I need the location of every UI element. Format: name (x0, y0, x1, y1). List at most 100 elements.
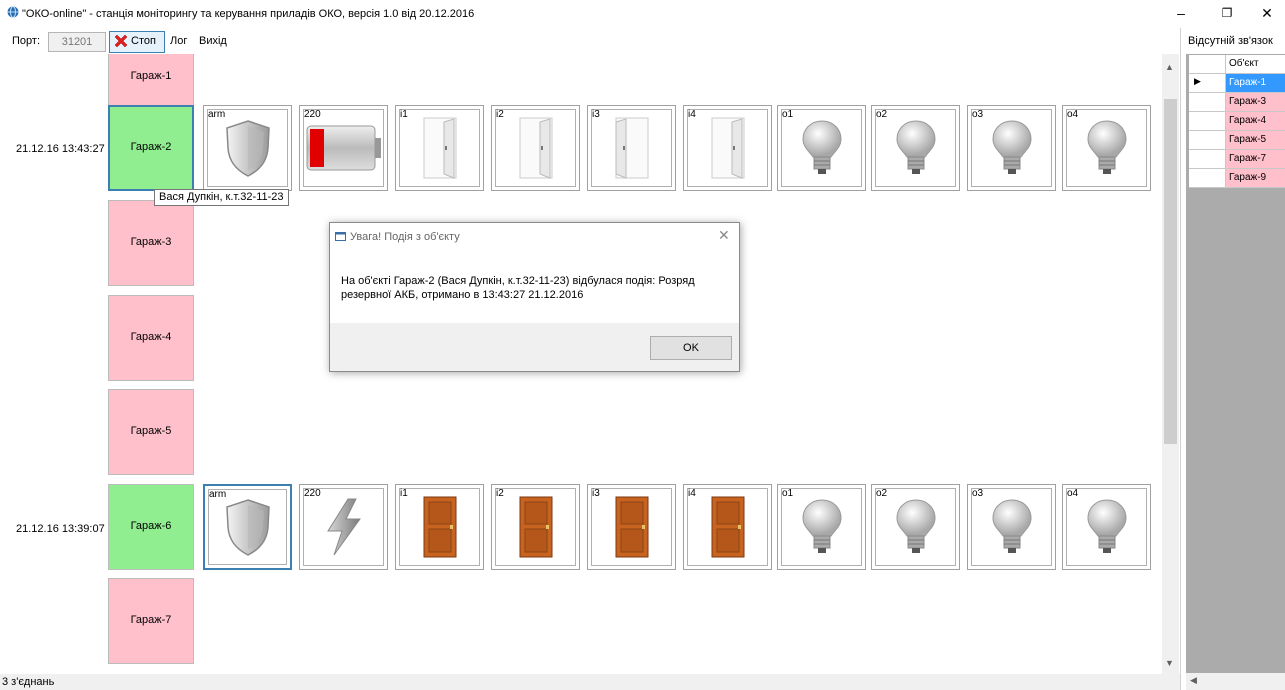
connections-status: 3 з'єднань (2, 676, 55, 688)
output-o1-tile[interactable]: o1 (777, 484, 866, 570)
output-o2-tile[interactable]: o2 (871, 484, 960, 570)
table-row[interactable]: ▶ Гараж-1 (1189, 74, 1285, 93)
tile-label: i3 (592, 109, 600, 120)
lightbulb-icon (801, 499, 842, 553)
tile-label: i2 (496, 488, 504, 499)
table-row[interactable]: Гараж-7 (1189, 150, 1285, 169)
tile-label: o4 (1067, 488, 1079, 499)
lightbulb-icon (991, 499, 1032, 553)
shield-icon (225, 499, 270, 556)
minimize-button[interactable]: – (1163, 0, 1199, 26)
lightbulb-icon (895, 499, 936, 553)
shield-icon (225, 120, 270, 177)
port-label: Порт: (12, 35, 40, 47)
garage-label: Гараж-7 (130, 614, 172, 626)
scrollbar-thumb[interactable] (1164, 99, 1177, 444)
tile-label: i4 (688, 488, 696, 499)
ok-button[interactable]: OK (650, 336, 732, 360)
grid-cell[interactable]: Гараж-4 (1226, 112, 1285, 130)
lightbulb-icon (895, 120, 936, 174)
scroll-up-icon[interactable]: ▲ (1165, 62, 1174, 72)
dialog-title: Увага! Подія з об'єкту (350, 231, 460, 243)
power-220-tile[interactable]: 220 (299, 484, 388, 570)
output-o4-tile[interactable]: o4 (1062, 484, 1151, 570)
input-i4-tile[interactable]: i4 (683, 484, 772, 570)
lightbulb-icon (1086, 499, 1127, 553)
door-open-icon (615, 117, 648, 179)
maximize-button[interactable]: ❐ (1209, 0, 1245, 26)
input-i2-tile[interactable]: i2 (491, 105, 580, 191)
current-row-icon: ▶ (1194, 76, 1201, 86)
table-row[interactable]: Гараж-4 (1189, 112, 1285, 131)
garage-7-button[interactable]: Гараж-7 (108, 578, 194, 664)
arm-tile[interactable]: arm (203, 105, 292, 191)
arm-tile[interactable]: arm (203, 484, 292, 570)
garage-6-button[interactable]: Гараж-6 (108, 484, 194, 570)
grid-cell[interactable]: Гараж-9 (1226, 169, 1285, 187)
table-row[interactable]: Гараж-3 (1189, 93, 1285, 112)
vertical-scrollbar[interactable]: ▲ ▼ (1162, 54, 1179, 674)
row-header (1189, 169, 1226, 187)
input-i4-tile[interactable]: i4 (683, 105, 772, 191)
input-i1-tile[interactable]: i1 (395, 484, 484, 570)
red-x-icon (114, 34, 128, 48)
tile-label: o3 (972, 488, 984, 499)
output-o3-tile[interactable]: o3 (967, 484, 1056, 570)
offline-panel-title: Відсутній зв'язок (1188, 35, 1273, 47)
dialog-message: На об'єкті Гараж-2 (Вася Дупкін, к.т.32-… (341, 275, 695, 301)
output-o1-tile[interactable]: o1 (777, 105, 866, 191)
tile-label: o4 (1067, 109, 1079, 120)
offline-panel: Відсутній зв'язок Об'єкт ▶ Гараж-1 Гараж… (1186, 28, 1285, 690)
event-dialog: Увага! Подія з об'єкту ✕ На об'єкті Гара… (329, 222, 740, 372)
grid-header-row: Об'єкт (1189, 55, 1285, 74)
row-header (1189, 93, 1226, 111)
tile-label: i3 (592, 488, 600, 499)
output-o2-tile[interactable]: o2 (871, 105, 960, 191)
event-time: 21.12.16 13:43:27 (16, 143, 105, 155)
close-icon[interactable]: ✕ (718, 227, 730, 244)
exit-button[interactable]: Вихід (199, 35, 227, 47)
grid-cell[interactable]: Гараж-5 (1226, 131, 1285, 149)
input-i1-tile[interactable]: i1 (395, 105, 484, 191)
tile-label: i4 (688, 109, 696, 120)
lightbulb-icon (1086, 120, 1127, 174)
status-bar: 3 з'єднань (0, 674, 1180, 690)
offline-panel-header: Відсутній зв'язок (1186, 28, 1285, 54)
garage-label: Гараж-4 (130, 331, 172, 343)
stop-button[interactable]: Стоп (109, 31, 165, 53)
garage-4-button[interactable]: Гараж-4 (108, 295, 194, 381)
table-row[interactable]: Гараж-5 (1189, 131, 1285, 150)
row-header (1189, 131, 1226, 149)
lightning-icon (326, 498, 361, 556)
row-header (1189, 112, 1226, 130)
tile-label: i2 (496, 109, 504, 120)
tile-label: i1 (400, 109, 408, 120)
log-button[interactable]: Лог (170, 35, 187, 47)
battery-icon (306, 125, 381, 171)
grid-cell[interactable]: Гараж-1 (1226, 74, 1285, 92)
garage-2-button[interactable]: Гараж-2 (108, 105, 194, 191)
garage-3-button[interactable]: Гараж-3 (108, 200, 194, 286)
row-header (1189, 150, 1226, 168)
tile-label: 220 (304, 488, 321, 499)
door-open-icon (423, 117, 456, 179)
grid-cell[interactable]: Гараж-3 (1226, 93, 1285, 111)
close-button[interactable]: ✕ (1249, 0, 1285, 26)
scroll-down-icon[interactable]: ▼ (1165, 658, 1174, 668)
grid-cell[interactable]: Гараж-7 (1226, 150, 1285, 168)
power-220-tile[interactable]: 220 (299, 105, 388, 191)
scroll-left-icon[interactable]: ◀ (1190, 675, 1197, 686)
input-i3-tile[interactable]: i3 (587, 484, 676, 570)
horizontal-scrollbar[interactable]: ◀ (1186, 673, 1285, 690)
port-input[interactable]: 31201 (48, 32, 106, 52)
garage-label: Гараж-1 (130, 70, 172, 82)
output-o4-tile[interactable]: o4 (1062, 105, 1151, 191)
tile-label: o1 (782, 109, 794, 120)
column-header-object[interactable]: Об'єкт (1226, 55, 1285, 73)
output-o3-tile[interactable]: o3 (967, 105, 1056, 191)
input-i2-tile[interactable]: i2 (491, 484, 580, 570)
input-i3-tile[interactable]: i3 (587, 105, 676, 191)
garage-5-button[interactable]: Гараж-5 (108, 389, 194, 475)
tile-label: i1 (400, 488, 408, 499)
table-row[interactable]: Гараж-9 (1189, 169, 1285, 188)
